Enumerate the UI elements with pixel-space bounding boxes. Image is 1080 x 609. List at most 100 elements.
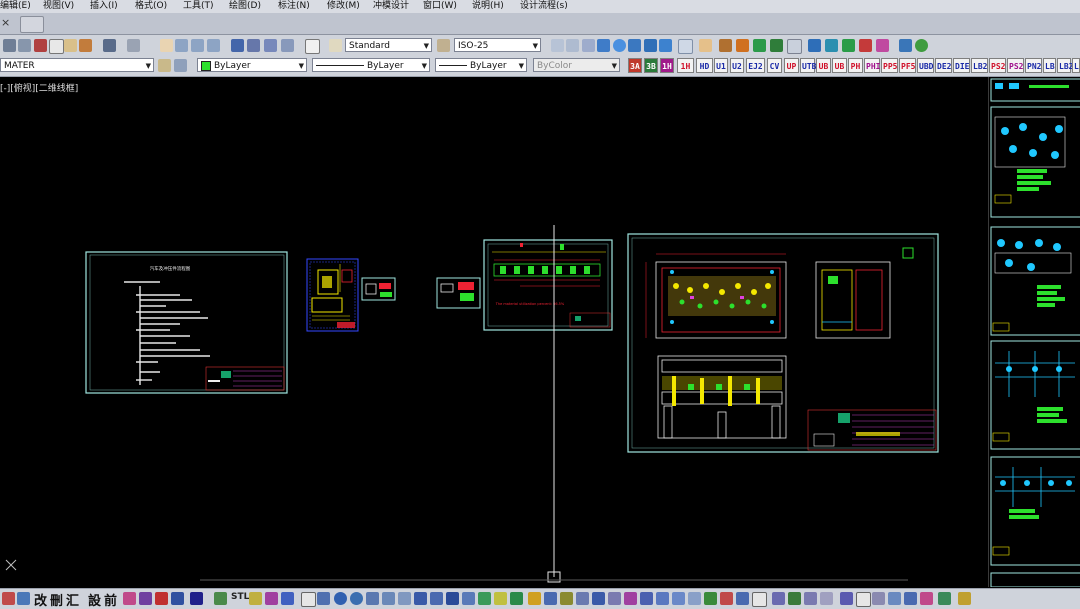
layer-select[interactable]: MATER ▼ <box>0 58 154 72</box>
leader-icon[interactable] <box>842 39 855 52</box>
bottom-tool-27-icon[interactable] <box>544 592 557 605</box>
bottom-tool-44-icon[interactable] <box>820 592 833 605</box>
bottom-tool-11-icon[interactable] <box>281 592 294 605</box>
cmd-die[interactable]: DIE <box>953 58 970 73</box>
cmd-pf5[interactable]: PF5 <box>899 58 916 73</box>
match-properties-icon[interactable] <box>79 39 92 52</box>
hatch-icon[interactable] <box>770 39 783 52</box>
thumbnail-2[interactable] <box>990 106 1080 218</box>
bottom-tool-2-icon[interactable] <box>17 592 30 605</box>
bottom-tool-33-icon[interactable] <box>640 592 653 605</box>
color-wheel-icon[interactable] <box>736 39 749 52</box>
bottom-tool-26-icon[interactable] <box>528 592 541 605</box>
zoom-window-icon[interactable] <box>191 39 204 52</box>
solid-box-icon[interactable] <box>628 39 641 52</box>
cmd-u2[interactable]: U2 <box>730 58 744 73</box>
bottom-tool-19-icon[interactable] <box>414 592 427 605</box>
bottom-tool-8-icon[interactable] <box>214 592 227 605</box>
table-icon[interactable] <box>808 39 821 52</box>
refresh-icon[interactable] <box>915 39 928 52</box>
thumbnail-6[interactable] <box>990 572 1080 587</box>
cmd-design-char[interactable]: 設 <box>88 590 101 609</box>
bottom-tool-41-icon[interactable] <box>772 592 785 605</box>
pan-icon[interactable] <box>160 39 173 52</box>
menu-die-design[interactable]: 冲模设计 <box>373 0 409 12</box>
bottom-tool-25-icon[interactable] <box>510 592 523 605</box>
dim-style-icon[interactable] <box>437 39 450 52</box>
bottom-tool-30-icon[interactable] <box>592 592 605 605</box>
bottom-tool-35-icon[interactable] <box>672 592 685 605</box>
cut-icon[interactable] <box>34 39 47 52</box>
bottom-tool-12-icon[interactable] <box>301 592 316 607</box>
measure-icon[interactable] <box>753 39 766 52</box>
bottom-tool-4-icon[interactable] <box>139 592 152 605</box>
bottom-tool-49-icon[interactable] <box>904 592 917 605</box>
menu-edit[interactable]: 编辑(E) <box>0 0 31 12</box>
center-mark-icon[interactable] <box>899 39 912 52</box>
preview-icon[interactable] <box>18 39 31 52</box>
menu-design-flow[interactable]: 设计流程(s) <box>520 0 568 12</box>
sheet-flowchart[interactable]: 汽车及冲压件流程图 <box>85 251 288 394</box>
cmd-cv[interactable]: CV <box>767 58 782 73</box>
menu-draw[interactable]: 绘图(D) <box>229 0 261 12</box>
menu-tools[interactable]: 工具(T) <box>183 0 214 12</box>
cmd-ps2[interactable]: PS2 <box>989 58 1006 73</box>
bottom-tool-10-icon[interactable] <box>265 592 278 605</box>
sheet-strip-layout[interactable]: The material utilization percent: 66.5% <box>483 239 613 331</box>
text-style-select[interactable]: Standard ▼ <box>345 38 432 52</box>
bottom-tool-29-icon[interactable] <box>576 592 589 605</box>
stl-label[interactable]: STL <box>231 592 249 602</box>
bottom-tool-24-icon[interactable] <box>494 592 507 605</box>
cmd-pp5[interactable]: PP5 <box>881 58 898 73</box>
mtext-icon[interactable] <box>825 39 838 52</box>
bottom-tool-42-icon[interactable] <box>788 592 801 605</box>
bottom-tool-47-icon[interactable] <box>872 592 885 605</box>
cmd-collect-char[interactable]: 汇 <box>66 590 79 609</box>
copy-icon[interactable] <box>49 39 64 54</box>
drawing-canvas[interactable]: 汽车及冲压件流程图 The material utilization perce… <box>0 77 988 587</box>
bottom-tool-9-icon[interactable] <box>249 592 262 605</box>
view-top-icon[interactable] <box>551 39 564 52</box>
cmd-phi[interactable]: PHI <box>864 58 880 73</box>
cmd-lb2-b[interactable]: LB2 <box>1057 58 1073 73</box>
bottom-tool-14-icon[interactable] <box>334 592 347 605</box>
dim-style-select[interactable]: ISO-25 ▼ <box>454 38 541 52</box>
design-center-icon[interactable] <box>247 39 260 52</box>
make-current-icon[interactable] <box>174 59 187 72</box>
cmd-l[interactable]: L <box>1072 58 1080 73</box>
cmd-ps2-b[interactable]: PS2 <box>1007 58 1024 73</box>
view-orbit-icon[interactable] <box>582 39 595 52</box>
bottom-tool-37-icon[interactable] <box>704 592 717 605</box>
thumbnail-4[interactable] <box>990 340 1080 450</box>
menu-modify[interactable]: 修改(M) <box>327 0 360 12</box>
bottom-tool-15-icon[interactable] <box>350 592 363 605</box>
print-icon[interactable] <box>3 39 16 52</box>
cmd-ub[interactable]: UB <box>816 58 831 73</box>
render-setting-icon[interactable] <box>659 39 672 52</box>
layer-manager-icon[interactable] <box>678 39 693 54</box>
bottom-tool-3-icon[interactable] <box>123 592 136 605</box>
bottom-tool-21-icon[interactable] <box>446 592 459 605</box>
bottom-tool-52-icon[interactable] <box>958 592 971 605</box>
document-tab[interactable] <box>20 16 44 33</box>
bottom-tool-38-icon[interactable] <box>720 592 733 605</box>
cmd-utb[interactable]: UTB <box>800 58 816 73</box>
bottom-tool-28-icon[interactable] <box>560 592 573 605</box>
cmd-ubd[interactable]: UBD <box>917 58 934 73</box>
tool-palette-icon[interactable] <box>264 39 277 52</box>
color-select[interactable]: ByLayer ▼ <box>197 58 307 72</box>
menu-window[interactable]: 窗口(W) <box>423 0 457 12</box>
cmd-3a[interactable]: 3A <box>628 58 642 73</box>
layer-previous-icon[interactable] <box>158 59 171 72</box>
bottom-tool-18-icon[interactable] <box>398 592 411 605</box>
menu-view[interactable]: 视图(V) <box>43 0 74 12</box>
bottom-tool-1-icon[interactable] <box>2 592 15 605</box>
cmd-delete-char[interactable]: 刪 <box>50 590 63 609</box>
linetype-select[interactable]: ByLayer ▼ <box>312 58 430 72</box>
bottom-tool-39-icon[interactable] <box>736 592 749 605</box>
bottom-tool-16-icon[interactable] <box>366 592 379 605</box>
bottom-tool-34-icon[interactable] <box>656 592 669 605</box>
cmd-hd[interactable]: HD <box>696 58 713 73</box>
dimension-icon[interactable] <box>859 39 872 52</box>
bottom-tool-7-icon[interactable] <box>190 592 203 605</box>
